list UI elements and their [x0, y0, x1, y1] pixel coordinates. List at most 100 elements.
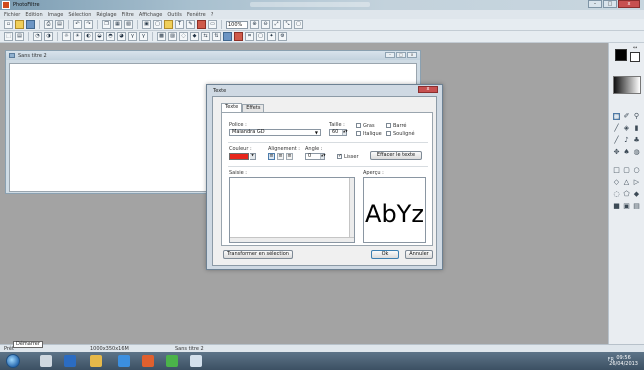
vertical-scrollbar[interactable] [349, 178, 354, 242]
cancel-button[interactable]: Annuler [405, 250, 433, 259]
close-button[interactable]: x [618, 0, 640, 8]
brush-tool-icon[interactable]: ╱ [613, 137, 620, 144]
save-icon[interactable] [26, 20, 35, 29]
diamond-shape-icon[interactable]: ◇ [613, 179, 620, 186]
align-right-icon[interactable]: ≡ [286, 153, 293, 160]
fill-outline-mode-icon[interactable]: ▤ [633, 203, 640, 210]
triangle-shape-icon[interactable]: △ [623, 179, 630, 186]
zoom-select[interactable]: 100% [226, 20, 248, 29]
selection-tool-icon[interactable]: ⬚ [613, 113, 620, 120]
dialog-close-button[interactable]: x [418, 86, 438, 93]
outline-mode-icon[interactable]: ▣ [623, 203, 630, 210]
print-icon[interactable]: ⎙ [44, 20, 53, 29]
rotate-left-icon[interactable] [223, 32, 232, 41]
zoom-out-icon[interactable]: ⊖ [261, 20, 270, 29]
menu-edition[interactable]: Edition [25, 12, 42, 18]
text-color-swatch[interactable] [229, 153, 249, 160]
align-left-icon[interactable]: ≡ [268, 153, 275, 160]
frame-icon[interactable]: ▢ [256, 32, 265, 41]
ellipse-shape-icon[interactable]: ○ [633, 167, 640, 174]
underline-checkbox[interactable] [386, 131, 391, 136]
menu-fenetre[interactable]: Fenêtre [187, 12, 206, 18]
fill-tool-icon[interactable]: ◈ [623, 125, 630, 132]
gamma-up-icon[interactable]: γ [128, 32, 137, 41]
ok-button[interactable]: Ok [371, 250, 399, 259]
brightness-up-icon[interactable]: ☼ [62, 32, 71, 41]
clone-tool-icon[interactable]: ✥ [613, 149, 620, 156]
selection-options-icon[interactable]: ▤ [15, 32, 24, 41]
effects-icon[interactable]: ✦ [267, 32, 276, 41]
saturation-up-icon[interactable]: ◓ [106, 32, 115, 41]
flip-horizontal-icon[interactable]: ⇆ [201, 32, 210, 41]
gamma-down-icon[interactable]: γ [139, 32, 148, 41]
stamp-tool-icon[interactable]: ◍ [633, 149, 640, 156]
paste-new-icon[interactable]: ▧ [124, 20, 133, 29]
contrast-down-icon[interactable]: ◒ [95, 32, 104, 41]
fullscreen-icon[interactable]: ▭ [208, 20, 217, 29]
menu-reglage[interactable]: Réglage [96, 12, 116, 18]
layer-icon[interactable] [164, 20, 173, 29]
smudge-tool-icon[interactable]: ♣ [633, 137, 640, 144]
custom-shape-icon[interactable]: ◆ [633, 191, 640, 198]
arrow-shape-icon[interactable]: ▷ [633, 179, 640, 186]
window-icon[interactable]: ▢ [294, 20, 303, 29]
sepia-icon[interactable]: ▨ [168, 32, 177, 41]
transform-to-selection-button[interactable]: Transformer en sélection [223, 250, 293, 259]
foreground-color-swatch[interactable] [615, 49, 627, 61]
menu-fichier[interactable]: Fichier [4, 12, 20, 18]
window-taskbar-icon[interactable] [190, 355, 202, 367]
menu-affichage[interactable]: Affichage [139, 12, 163, 18]
saturation-down-icon[interactable]: ◕ [117, 32, 126, 41]
zoom-in-icon[interactable]: ⊕ [250, 20, 259, 29]
spin-arrows-icon[interactable]: ▲▼ [342, 130, 348, 135]
brush-tool-icon[interactable]: ✎ [186, 20, 195, 29]
canvas-size-icon[interactable]: ▢ [153, 20, 162, 29]
contrast-up-icon[interactable]: ◐ [84, 32, 93, 41]
color-gradient-bar[interactable] [613, 76, 641, 94]
redo-icon[interactable]: ↷ [84, 20, 93, 29]
strike-checkbox[interactable] [386, 123, 391, 128]
menu-outils[interactable]: Outils [167, 12, 181, 18]
selection-mode-icon[interactable]: ⬚ [4, 32, 13, 41]
open-folder-icon[interactable] [15, 20, 24, 29]
fit-screen-icon[interactable]: ⤢ [272, 20, 281, 29]
swap-colors-icon[interactable]: ↔ [633, 45, 637, 51]
auto-levels-icon[interactable]: ◔ [33, 32, 42, 41]
crop-icon[interactable]: ⌗ [245, 32, 254, 41]
spray-tool-icon[interactable]: ▮ [633, 125, 640, 132]
color-picker-button[interactable]: ▼ [250, 153, 256, 160]
background-color-swatch[interactable] [630, 52, 640, 62]
grayscale-icon[interactable]: ▩ [157, 32, 166, 41]
document-close-button[interactable]: x [407, 52, 417, 58]
lasso-shape-icon[interactable]: ◌ [613, 191, 620, 198]
blur-tool-icon[interactable]: ♪ [623, 137, 630, 144]
document-minimize-button[interactable]: – [385, 52, 395, 58]
magic-wand-icon[interactable]: ⚲ [633, 113, 640, 120]
scan-icon[interactable]: ▤ [55, 20, 64, 29]
horizontal-scrollbar[interactable] [230, 237, 354, 242]
menu-filtre[interactable]: Filtre [122, 12, 134, 18]
smooth-checkbox[interactable]: ✓ [337, 154, 342, 159]
bold-checkbox[interactable] [356, 123, 361, 128]
maximize-button[interactable]: □ [603, 0, 617, 8]
text-tool-icon[interactable]: T [175, 20, 184, 29]
blur-icon[interactable]: ◌ [179, 32, 188, 41]
copy-icon[interactable]: ❐ [102, 20, 111, 29]
italic-checkbox[interactable] [356, 131, 361, 136]
auto-contrast-icon[interactable]: ◑ [44, 32, 53, 41]
start-button-icon[interactable] [6, 354, 20, 368]
sharpen-icon[interactable]: ◆ [190, 32, 199, 41]
plugins-icon[interactable]: ⚙ [278, 32, 287, 41]
rectangle-shape-icon[interactable]: □ [613, 167, 620, 174]
fill-mode-icon[interactable]: ■ [613, 203, 620, 210]
undo-icon[interactable]: ↶ [73, 20, 82, 29]
line-tool-icon[interactable]: ╱ [613, 125, 620, 132]
flip-vertical-icon[interactable]: ⇅ [212, 32, 221, 41]
rounded-rect-shape-icon[interactable]: ▢ [623, 167, 630, 174]
color-tool-icon[interactable] [197, 20, 206, 29]
outlook-icon[interactable] [64, 355, 76, 367]
rotate-right-icon[interactable] [234, 32, 243, 41]
menu-help[interactable]: ? [211, 12, 214, 18]
actual-size-icon[interactable]: ⤡ [283, 20, 292, 29]
font-select[interactable]: Maiandra GD ▼ [229, 129, 321, 136]
